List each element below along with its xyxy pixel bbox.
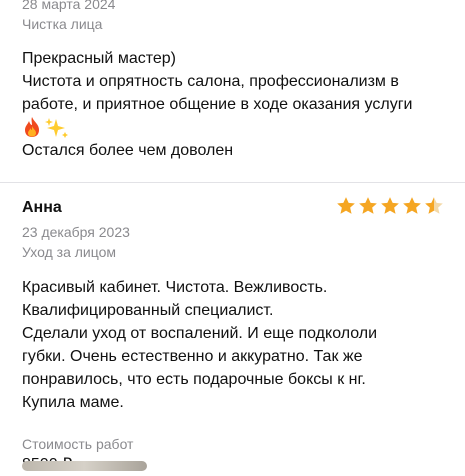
review-divider (0, 182, 465, 183)
star-icon (402, 196, 422, 216)
review-text-line: губки. Очень естественно и аккуратно. Та… (22, 348, 363, 365)
price-label: Стоимость работ (22, 436, 134, 452)
review-text-line: Сделали уход от воспалений. И еще подкол… (22, 325, 378, 342)
review-date: 28 марта 2024 (22, 0, 116, 12)
review-text-line: Купила маме. (22, 394, 124, 411)
star-icon (380, 196, 400, 216)
review-text-line: Квалифицированный специалист. (22, 302, 274, 319)
star-icon (358, 196, 378, 216)
fire-emoji (25, 117, 39, 137)
review-service: Уход за лицом (22, 244, 117, 260)
review-date: 23 декабря 2023 (22, 224, 130, 240)
review-text: Прекрасный мастер) Чистота и опрятность … (22, 47, 443, 162)
review-service: Чистка лица (22, 16, 103, 32)
sparkles-emoji (45, 118, 68, 138)
review-photo-thumbnail[interactable] (22, 461, 147, 471)
review-text-line: Красивый кабинет. Чистота. Вежливость. (22, 279, 328, 296)
star-icon (336, 196, 356, 216)
review-card: 28 марта 2024 Чистка лица Прекрасный мас… (0, 0, 465, 162)
review-text-line: Чистота и опрятность салона, профессиона… (22, 73, 399, 90)
review-text-line: Прекрасный мастер) (22, 50, 176, 67)
review-text-line: Остался более чем доволен (22, 142, 234, 159)
review-text-line: понравилось, что есть подарочные боксы к… (22, 371, 366, 388)
review-text: Красивый кабинет. Чистота. Вежливость. К… (22, 276, 443, 414)
star-icon (424, 196, 444, 216)
rating-stars (336, 196, 444, 216)
emoji-line (22, 116, 443, 139)
review-card: Анна 23 декабря 2023 Уход за лицом Краси… (0, 194, 465, 476)
review-text-line: работе, и приятное общение в ходе оказан… (22, 96, 413, 113)
fire-sparkles-emoji (25, 117, 68, 138)
